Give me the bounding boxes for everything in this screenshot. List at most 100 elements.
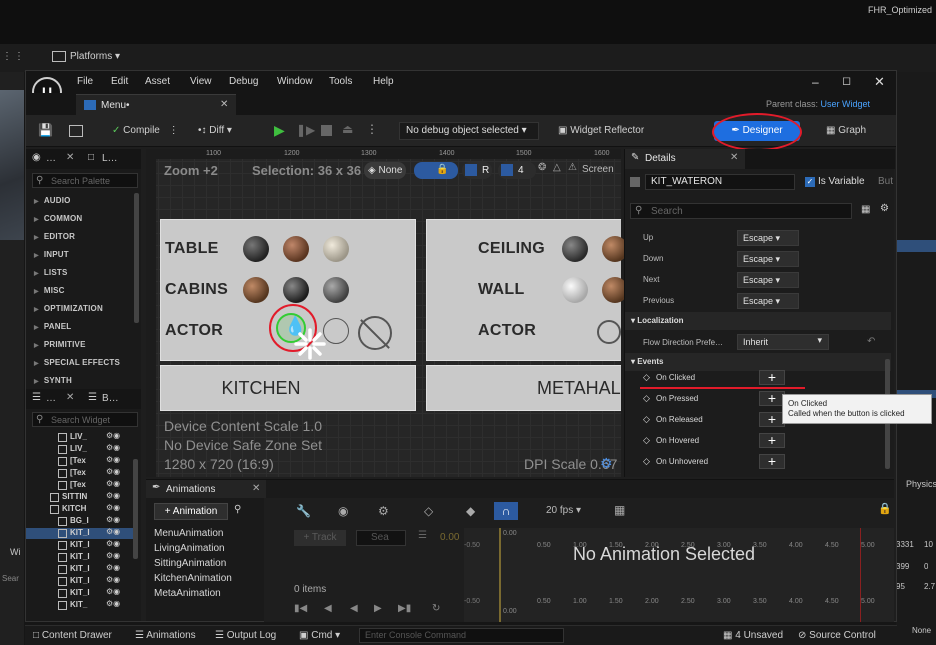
playhead[interactable]: [499, 528, 501, 622]
animation-list-item[interactable]: MenuAnimation: [154, 528, 223, 539]
step-back-icon[interactable]: ◀: [324, 604, 332, 614]
maximize-icon[interactable]: ◻: [842, 76, 851, 87]
animation-list-item[interactable]: MetaAnimation: [154, 588, 221, 599]
lock-visibility-icon[interactable]: ⚙◉: [106, 444, 120, 452]
palette-category[interactable]: COMMON: [34, 214, 82, 223]
compile-button[interactable]: ✓ Compile ⋮: [112, 122, 179, 140]
lock-toggle[interactable]: 🔒: [414, 162, 458, 179]
lock-visibility-icon[interactable]: ⚙◉: [106, 480, 120, 488]
save-icon[interactable]: 💾: [38, 124, 53, 136]
circle-gear-icon[interactable]: ❂: [538, 163, 546, 173]
lock-visibility-icon[interactable]: ⚙◉: [106, 564, 120, 572]
lock-visibility-icon[interactable]: ⚙◉: [106, 456, 120, 464]
snap-magnet-icon[interactable]: ∩: [494, 502, 518, 520]
material-ball[interactable]: [562, 236, 588, 262]
events-section[interactable]: ▾ Events: [625, 353, 891, 371]
close-tab-icon[interactable]: ✕: [66, 153, 74, 163]
animation-list-item[interactable]: SittingAnimation: [154, 558, 226, 569]
play-options-icon[interactable]: ⋮: [366, 123, 378, 135]
debug-object-select[interactable]: No debug object selected ▾: [399, 122, 539, 140]
lock-visibility-icon[interactable]: ⚙◉: [106, 432, 120, 440]
metahuman-button[interactable]: METAHAL: [426, 365, 621, 411]
source-control-button[interactable]: ⊘ Source Control: [798, 630, 876, 641]
play-icon[interactable]: ▶: [274, 123, 285, 137]
menu-window[interactable]: Window: [277, 76, 313, 87]
hierarchy-row[interactable]: KIT_I ⚙◉: [26, 564, 134, 575]
menu-view[interactable]: View: [190, 76, 212, 87]
animations-drawer-button[interactable]: ☰ Animations: [135, 630, 196, 641]
lock-visibility-icon[interactable]: ⚙◉: [106, 528, 120, 536]
reverse-icon[interactable]: ◀: [350, 604, 358, 614]
track-search-input[interactable]: Sea: [356, 530, 406, 546]
filter-icon[interactable]: ☰: [418, 531, 427, 541]
hierarchy-search-input[interactable]: ⚲ Search Widget: [32, 412, 138, 427]
animation-list-item[interactable]: KitchenAnimation: [154, 573, 232, 584]
diff-button[interactable]: •↕ Diff ▾: [198, 122, 232, 140]
is-variable-checkbox[interactable]: ✓: [805, 177, 815, 187]
hierarchy-row[interactable]: KIT_I ⚙◉: [26, 552, 134, 563]
settings-gear-icon[interactable]: ⚙: [880, 204, 889, 214]
menu-tools[interactable]: Tools: [329, 76, 352, 87]
lock-visibility-icon[interactable]: ⚙◉: [106, 516, 120, 524]
localization-section[interactable]: ▾ Localization: [625, 312, 891, 330]
palette-category[interactable]: PRIMITIVE: [34, 340, 86, 349]
lock-visibility-icon[interactable]: ⚙◉: [106, 600, 120, 608]
palette-category[interactable]: OPTIMIZATION: [34, 304, 103, 313]
designer-canvas[interactable]: 1100 1200 1300 1400 1500 1600 Zoom +2 Se…: [146, 149, 628, 477]
lock-visibility-icon[interactable]: ⚙◉: [106, 588, 120, 596]
property-matrix-icon[interactable]: ▦: [861, 205, 870, 215]
palette-search-input[interactable]: ⚲ Search Palette: [32, 173, 138, 188]
content-drawer-button[interactable]: □ Content Drawer: [33, 630, 112, 641]
close-window-icon[interactable]: ✕: [874, 75, 885, 88]
bindings-tab[interactable]: B…: [102, 393, 119, 404]
material-ball[interactable]: [562, 277, 588, 303]
lock-visibility-icon[interactable]: ⚙◉: [106, 492, 120, 500]
hierarchy-row[interactable]: KIT_I ⚙◉: [26, 528, 134, 539]
reset-arrow-icon[interactable]: ↶: [867, 337, 875, 347]
hierarchy-row[interactable]: KIT_ ⚙◉: [26, 600, 134, 611]
settings-circle-icon[interactable]: [323, 318, 349, 344]
hierarchy-row[interactable]: KITCH ⚙◉: [26, 504, 134, 515]
search-icon[interactable]: ⚲: [234, 505, 241, 515]
nav-next-select[interactable]: Escape ▾: [737, 272, 799, 288]
flow-direction-select[interactable]: Inherit ▾: [737, 334, 829, 350]
close-tab-icon[interactable]: ✕: [252, 484, 260, 494]
cmd-select[interactable]: ▣ Cmd ▾: [299, 630, 340, 641]
menu-debug[interactable]: Debug: [229, 76, 258, 87]
add-event-button[interactable]: +: [759, 454, 785, 469]
lock-visibility-icon[interactable]: ⚙◉: [106, 540, 120, 548]
warning-icon[interactable]: ⚠: [568, 163, 577, 173]
hierarchy-row[interactable]: SITTIN ⚙◉: [26, 492, 134, 503]
water-off-icon[interactable]: [358, 316, 392, 350]
living-panel-card[interactable]: TABLE CABINS ACTOR 💧: [160, 219, 416, 361]
fps-select[interactable]: 20 fps ▾: [546, 505, 581, 516]
hierarchy-tab[interactable]: …: [46, 393, 56, 404]
eye-icon[interactable]: ◉: [338, 505, 348, 517]
menu-document-tab[interactable]: Menu• ✕: [76, 94, 236, 115]
step-icon[interactable]: ❚▶: [296, 124, 315, 136]
nav-down-select[interactable]: Escape ▾: [737, 251, 799, 267]
material-ball[interactable]: [243, 236, 269, 262]
palette-category[interactable]: MISC: [34, 286, 65, 295]
hierarchy-row[interactable]: LIV_ ⚙◉: [26, 444, 134, 455]
widget-reflector-button[interactable]: ▣ Widget Reflector: [558, 122, 644, 140]
hierarchy-row[interactable]: BG_I ⚙◉: [26, 516, 134, 527]
hierarchy-row[interactable]: LIV_ ⚙◉: [26, 432, 134, 443]
details-search-input[interactable]: ⚲ Search: [630, 203, 852, 219]
hierarchy-row[interactable]: KIT_I ⚙◉: [26, 588, 134, 599]
material-ball[interactable]: [283, 236, 309, 262]
browse-icon[interactable]: [69, 125, 83, 137]
nav-previous-select[interactable]: Escape ▾: [737, 293, 799, 309]
triangle-icon[interactable]: △: [553, 163, 561, 173]
nav-up-select[interactable]: Escape ▾: [737, 230, 799, 246]
jump-start-icon[interactable]: ▮◀: [294, 604, 307, 614]
hierarchy-row[interactable]: KIT_I ⚙◉: [26, 576, 134, 587]
stop-icon[interactable]: [321, 125, 332, 136]
respect-locks-toggle[interactable]: R: [462, 162, 492, 179]
outer-left-search[interactable]: Sear: [2, 574, 19, 583]
locale-select[interactable]: ◈ None: [364, 162, 407, 179]
add-animation-button[interactable]: + Animation: [154, 503, 228, 520]
lock-icon[interactable]: 🔒: [878, 504, 892, 515]
curve-editor-icon[interactable]: ▦: [614, 504, 625, 516]
add-event-button[interactable]: +: [759, 433, 785, 448]
